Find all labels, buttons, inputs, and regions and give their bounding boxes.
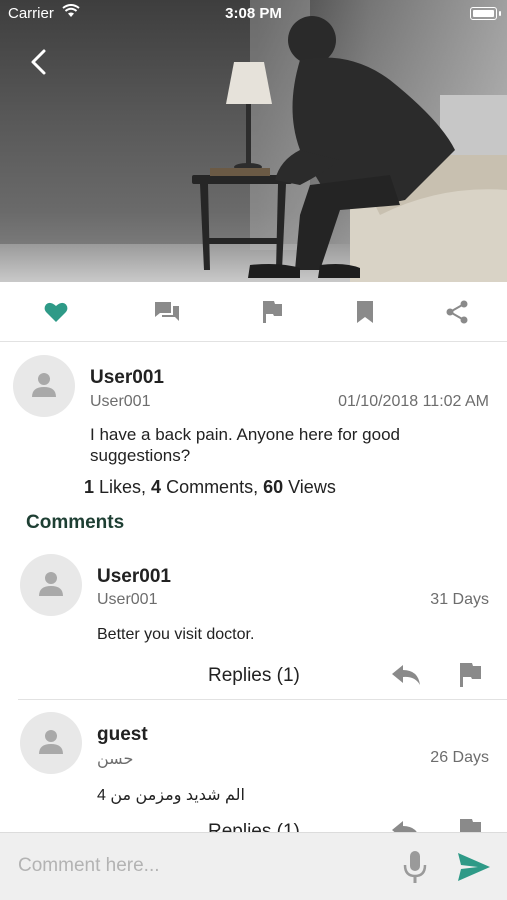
clock: 3:08 PM: [225, 5, 282, 22]
comment-button[interactable]: [153, 298, 181, 326]
back-button[interactable]: [22, 44, 58, 80]
user-icon: [32, 373, 56, 397]
post-stats: 1 Likes, 4 Comments, 60 Views: [84, 477, 336, 498]
comments-count: 4: [151, 477, 162, 497]
comment-age: 26 Days: [430, 749, 489, 766]
reply-icon: [392, 665, 420, 685]
reply-button[interactable]: [390, 661, 422, 689]
chevron-left-icon: [31, 49, 46, 75]
user-icon: [39, 730, 63, 754]
post-avatar[interactable]: [13, 355, 75, 417]
microphone-icon: [403, 851, 427, 883]
flag-icon: [460, 663, 481, 687]
battery-icon: [470, 7, 501, 20]
comment-input[interactable]: [18, 851, 378, 881]
post-handle: User001: [90, 393, 151, 410]
comment-body: Better you visit doctor.: [97, 626, 255, 643]
bookmark-icon: [357, 301, 373, 323]
comment-icon: [155, 302, 179, 321]
mic-button[interactable]: [400, 849, 430, 885]
image-scene: [192, 0, 507, 282]
likes-label: Likes,: [94, 477, 152, 497]
views-label: Views: [283, 477, 336, 497]
share-button[interactable]: [443, 298, 471, 326]
views-count: 60: [263, 477, 284, 497]
share-icon: [446, 300, 468, 324]
comment-handle: User001: [97, 591, 158, 608]
comment-avatar[interactable]: [20, 554, 82, 616]
comment-body: الم شديد ومزمن من 4: [97, 787, 245, 804]
post-username[interactable]: User001: [90, 367, 164, 389]
post-image: Carrier 3:08 PM: [0, 0, 507, 282]
report-button[interactable]: [258, 298, 286, 326]
like-button[interactable]: [42, 298, 70, 326]
comment-handle: حسن: [97, 751, 134, 768]
comments-label: Comments,: [161, 477, 264, 497]
bookmark-button[interactable]: [351, 298, 379, 326]
send-button[interactable]: [456, 851, 492, 883]
post-body: I have a back pain. Anyone here for good…: [90, 425, 401, 465]
comment-age: 31 Days: [430, 591, 489, 608]
report-comment-button[interactable]: [454, 661, 486, 689]
comment-avatar[interactable]: [20, 712, 82, 774]
user-icon: [39, 572, 63, 596]
comments-heading: Comments: [26, 512, 125, 533]
comment-divider: [18, 699, 507, 700]
comment-username[interactable]: guest: [97, 724, 148, 746]
comment-username[interactable]: User001: [97, 566, 171, 588]
post-date: 01/10/2018 11:02 AM: [338, 393, 489, 410]
status-bar: Carrier 3:08 PM: [0, 0, 507, 28]
send-icon: [458, 853, 490, 881]
comment-input-bar: [0, 832, 507, 900]
heart-icon: [44, 302, 68, 322]
likes-count: 1: [84, 477, 95, 497]
comment-replies-link[interactable]: Replies (1): [208, 665, 300, 687]
flag-icon: [263, 301, 282, 323]
post-action-bar: [0, 282, 507, 342]
